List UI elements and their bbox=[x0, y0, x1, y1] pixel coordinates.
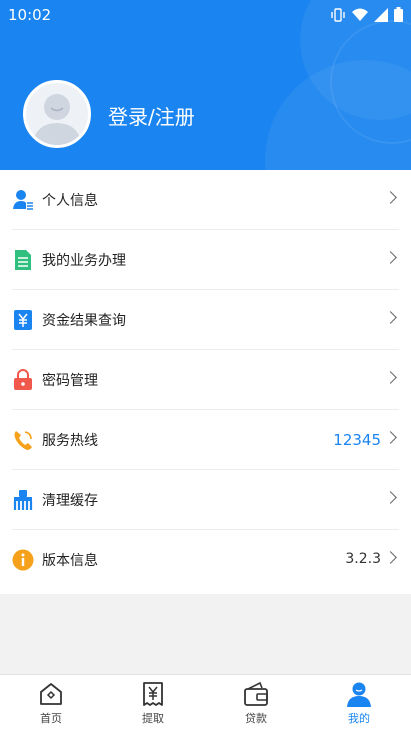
chevron-right-icon bbox=[384, 191, 397, 204]
tab-label: 贷款 bbox=[245, 712, 267, 725]
vibrate-icon bbox=[331, 7, 345, 22]
signal-icon bbox=[374, 7, 388, 22]
menu-item-personal-info[interactable]: 个人信息 bbox=[0, 170, 411, 230]
tab-label: 提取 bbox=[142, 712, 164, 725]
tab-withdraw[interactable]: 提取 bbox=[102, 675, 204, 731]
broom-icon bbox=[13, 490, 33, 510]
settings-menu: 个人信息 我的业务办理 资金结果查询 密码管理 服务热线 12345 清理缓存 … bbox=[0, 170, 411, 594]
person-info-icon bbox=[13, 190, 33, 210]
status-time: 10:02 bbox=[8, 6, 52, 24]
menu-label: 密码管理 bbox=[42, 373, 98, 389]
menu-label: 个人信息 bbox=[42, 193, 98, 209]
tab-label: 我的 bbox=[348, 712, 370, 725]
tab-label: 首页 bbox=[40, 712, 62, 725]
default-avatar-icon bbox=[32, 94, 82, 145]
user-icon bbox=[347, 682, 371, 707]
yuan-receipt-icon bbox=[143, 682, 163, 706]
menu-label: 清理缓存 bbox=[42, 493, 98, 509]
wifi-icon bbox=[352, 8, 368, 21]
avatar[interactable] bbox=[23, 80, 91, 148]
menu-label: 我的业务办理 bbox=[42, 253, 126, 269]
tab-mine[interactable]: 我的 bbox=[308, 675, 410, 731]
menu-item-hotline[interactable]: 服务热线 12345 bbox=[0, 410, 411, 470]
document-icon bbox=[15, 250, 31, 270]
hotline-number: 12345 bbox=[333, 431, 381, 449]
profile-header: 10:02 登录/注册 bbox=[0, 0, 411, 170]
info-icon bbox=[12, 549, 34, 571]
menu-label: 服务热线 bbox=[42, 433, 98, 449]
chevron-right-icon bbox=[384, 311, 397, 324]
status-bar: 10:02 bbox=[0, 0, 411, 30]
menu-item-version[interactable]: 版本信息 3.2.3 bbox=[0, 530, 411, 590]
menu-item-fund-query[interactable]: 资金结果查询 bbox=[0, 290, 411, 350]
chevron-right-icon bbox=[384, 431, 397, 444]
menu-item-password[interactable]: 密码管理 bbox=[0, 350, 411, 410]
menu-label: 资金结果查询 bbox=[42, 313, 126, 329]
chevron-right-icon bbox=[384, 251, 397, 264]
login-register-link[interactable]: 登录/注册 bbox=[108, 101, 195, 130]
chevron-right-icon bbox=[384, 551, 397, 564]
home-icon bbox=[40, 683, 62, 705]
chevron-right-icon bbox=[384, 371, 397, 384]
lock-icon bbox=[14, 369, 32, 390]
menu-item-my-business[interactable]: 我的业务办理 bbox=[0, 230, 411, 290]
menu-label: 版本信息 bbox=[42, 553, 98, 569]
menu-item-clear-cache[interactable]: 清理缓存 bbox=[0, 470, 411, 530]
version-number: 3.2.3 bbox=[345, 551, 381, 567]
status-icons bbox=[330, 7, 403, 22]
bottom-tab-bar: 首页 提取 贷款 我的 bbox=[0, 674, 411, 731]
yuan-icon bbox=[14, 310, 32, 330]
phone-icon bbox=[14, 431, 32, 450]
battery-icon bbox=[394, 7, 403, 22]
wallet-icon bbox=[244, 681, 268, 706]
tab-loan[interactable]: 贷款 bbox=[205, 675, 307, 731]
tab-home[interactable]: 首页 bbox=[0, 675, 102, 731]
chevron-right-icon bbox=[384, 491, 397, 504]
